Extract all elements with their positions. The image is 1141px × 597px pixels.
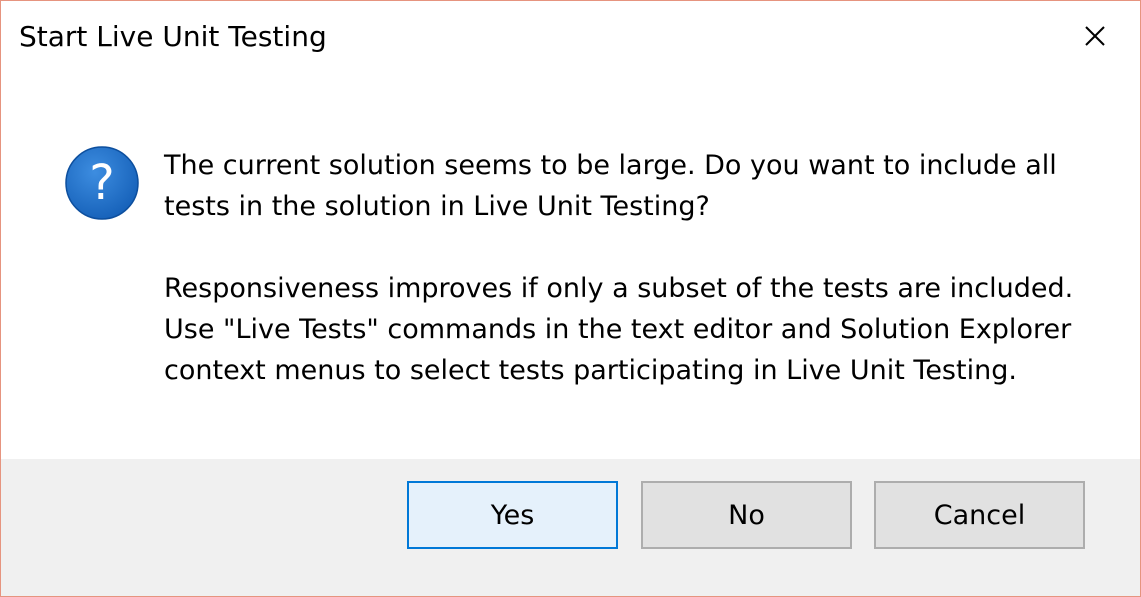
message-paragraph-2: Responsiveness improves if only a subset… bbox=[164, 273, 1074, 386]
svg-text:?: ? bbox=[89, 155, 114, 211]
dialog-message: The current solution seems to be large. … bbox=[164, 145, 1094, 391]
message-paragraph-1: The current solution seems to be large. … bbox=[164, 150, 1057, 222]
cancel-button[interactable]: Cancel bbox=[874, 481, 1085, 549]
dialog-title: Start Live Unit Testing bbox=[19, 20, 327, 53]
dialog-window: Start Live Unit Testing ? The current so… bbox=[0, 0, 1141, 597]
dialog-button-bar: Yes No Cancel bbox=[1, 459, 1140, 596]
no-button[interactable]: No bbox=[641, 481, 852, 549]
close-icon[interactable] bbox=[1080, 21, 1110, 51]
yes-button[interactable]: Yes bbox=[407, 481, 618, 549]
question-icon: ? bbox=[64, 145, 140, 221]
